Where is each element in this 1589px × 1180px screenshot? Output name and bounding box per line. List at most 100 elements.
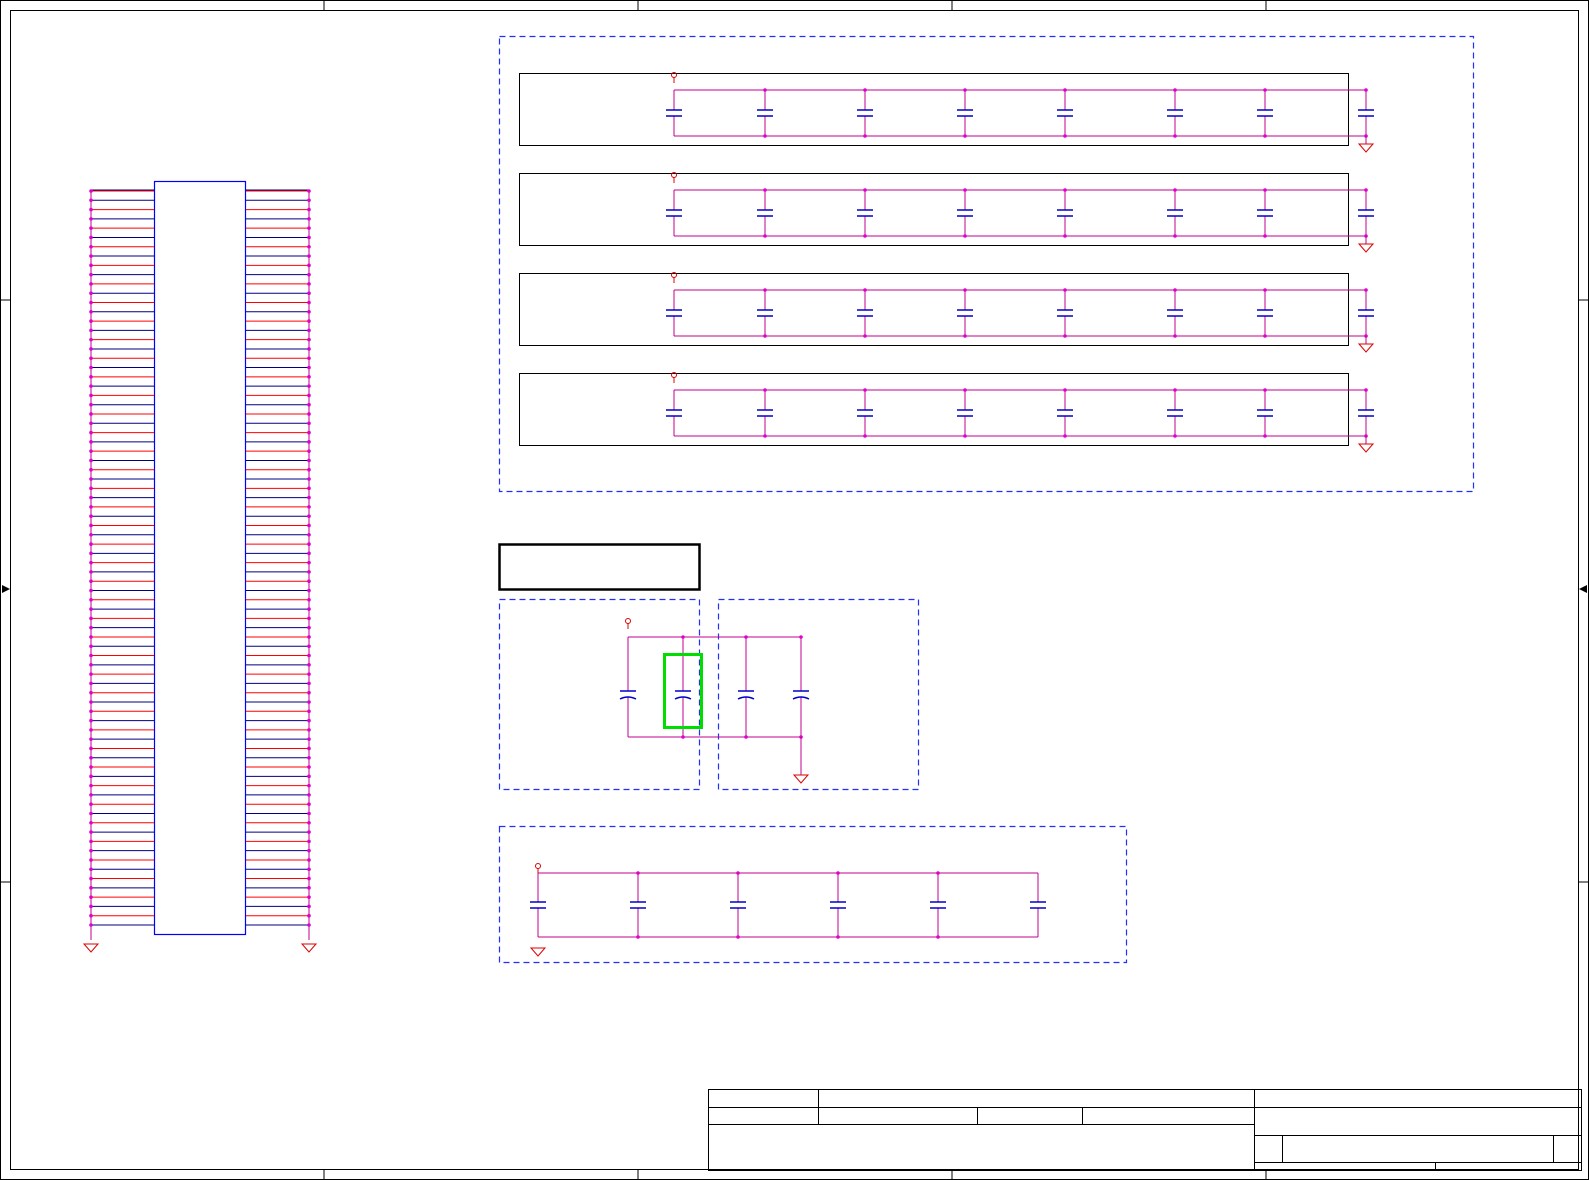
junction-dot [89, 802, 93, 807]
junction-dot [89, 375, 93, 379]
junction-dot [1263, 434, 1267, 438]
junction-dot [89, 598, 93, 602]
junction-dot [307, 663, 311, 667]
junction-dot [763, 334, 767, 338]
capacitor-icon[interactable] [1358, 190, 1374, 236]
capacitor-icon[interactable] [857, 390, 873, 436]
junction-dot [89, 189, 93, 193]
junction-dot [307, 607, 311, 611]
junction-dot [89, 858, 93, 862]
junction-dot [89, 272, 93, 277]
junction-dot [89, 588, 93, 593]
decoupling-group-frame [498, 35, 1475, 493]
junction-dot [307, 467, 311, 472]
capacitor-icon[interactable] [930, 873, 946, 937]
filter-group-frame-left [498, 598, 701, 791]
capacitor-icon[interactable] [1057, 190, 1073, 236]
junction-dot [89, 848, 93, 853]
capacitor-icon[interactable] [857, 90, 873, 136]
capacitor-icon[interactable] [757, 290, 773, 336]
capacitor-icon[interactable] [1358, 290, 1374, 336]
capacitor-icon[interactable] [757, 90, 773, 136]
capacitor-icon[interactable] [1257, 90, 1273, 136]
capacitor-icon[interactable] [1057, 390, 1073, 436]
capacitor-icon[interactable] [1030, 873, 1046, 937]
capacitor-icon[interactable] [674, 637, 692, 737]
capacitor-icon[interactable] [619, 637, 637, 737]
capacitor-icon[interactable] [1057, 290, 1073, 336]
capacitor-icon[interactable] [530, 873, 546, 937]
capacitor-icon[interactable] [737, 637, 755, 737]
junction-dot [89, 328, 93, 333]
capacitor-icon[interactable] [666, 390, 682, 436]
capacitor-icon[interactable] [1358, 390, 1374, 436]
junction-dot [307, 347, 311, 351]
capacitor-icon[interactable] [1257, 290, 1273, 336]
capacitor-icon[interactable] [792, 637, 810, 737]
junction-dot [307, 198, 311, 203]
capacitor-icon[interactable] [1257, 390, 1273, 436]
capacitor-icon[interactable] [957, 90, 973, 136]
junction-dot [307, 449, 311, 453]
capacitor-icon[interactable] [666, 190, 682, 236]
capacitor-icon[interactable] [1358, 90, 1374, 136]
junction-dot [89, 663, 93, 667]
junction-dot [307, 672, 311, 676]
junction-dot [89, 309, 93, 314]
capacitor-icon[interactable] [666, 290, 682, 336]
capacitor-icon[interactable] [1167, 190, 1183, 236]
capacitor-icon[interactable] [830, 873, 846, 937]
junction-dot [307, 337, 311, 342]
junction-dot [307, 393, 311, 398]
junction-dot [89, 635, 93, 639]
capacitor-icon[interactable] [730, 873, 746, 937]
capacitor-icon[interactable] [957, 190, 973, 236]
connector-body[interactable] [153, 180, 247, 936]
junction-dot [307, 226, 311, 230]
capacitor-icon[interactable] [957, 290, 973, 336]
junction-dot [89, 254, 93, 258]
power-port-icon [625, 618, 631, 624]
junction-dot [89, 421, 93, 426]
junction-dot [89, 523, 93, 528]
junction-dot [89, 876, 93, 881]
junction-dot [307, 532, 311, 537]
capacitor-icon[interactable] [757, 190, 773, 236]
junction-dot [963, 88, 967, 92]
junction-dot [307, 523, 311, 528]
ground-symbol-icon [82, 943, 100, 953]
junction-dot [89, 895, 93, 899]
capacitor-icon[interactable] [1257, 190, 1273, 236]
arrow-marker-icon [2, 585, 1587, 593]
junction-dot [1173, 288, 1177, 292]
junction-dot [89, 300, 93, 305]
junction-dot [89, 393, 93, 398]
schematic-canvas [0, 0, 1589, 1180]
junction-dot [1173, 234, 1177, 238]
junction-dot [963, 288, 967, 292]
junction-dot [307, 913, 311, 918]
capacitor-icon[interactable] [857, 190, 873, 236]
junction-dot [89, 700, 93, 704]
junction-dot [89, 718, 93, 723]
junction-dot [307, 560, 311, 565]
junction-dot [307, 412, 311, 416]
capacitor-icon[interactable] [1167, 90, 1183, 136]
capacitor-icon[interactable] [666, 90, 682, 136]
capacitor-icon[interactable] [957, 390, 973, 436]
capacitor-icon[interactable] [757, 390, 773, 436]
junction-dot [744, 635, 748, 639]
junction-dot [1263, 188, 1267, 192]
capacitor-icon[interactable] [857, 290, 873, 336]
junction-dot [1173, 434, 1177, 438]
junction-dot [307, 635, 311, 639]
junction-dot [736, 871, 740, 875]
junction-dot [1173, 134, 1177, 138]
capacitor-icon[interactable] [1057, 90, 1073, 136]
junction-dot [89, 384, 93, 388]
junction-dot [89, 356, 93, 361]
capacitor-icon[interactable] [1167, 390, 1183, 436]
power-port-icon [535, 863, 541, 869]
capacitor-icon[interactable] [630, 873, 646, 937]
capacitor-icon[interactable] [1167, 290, 1183, 336]
